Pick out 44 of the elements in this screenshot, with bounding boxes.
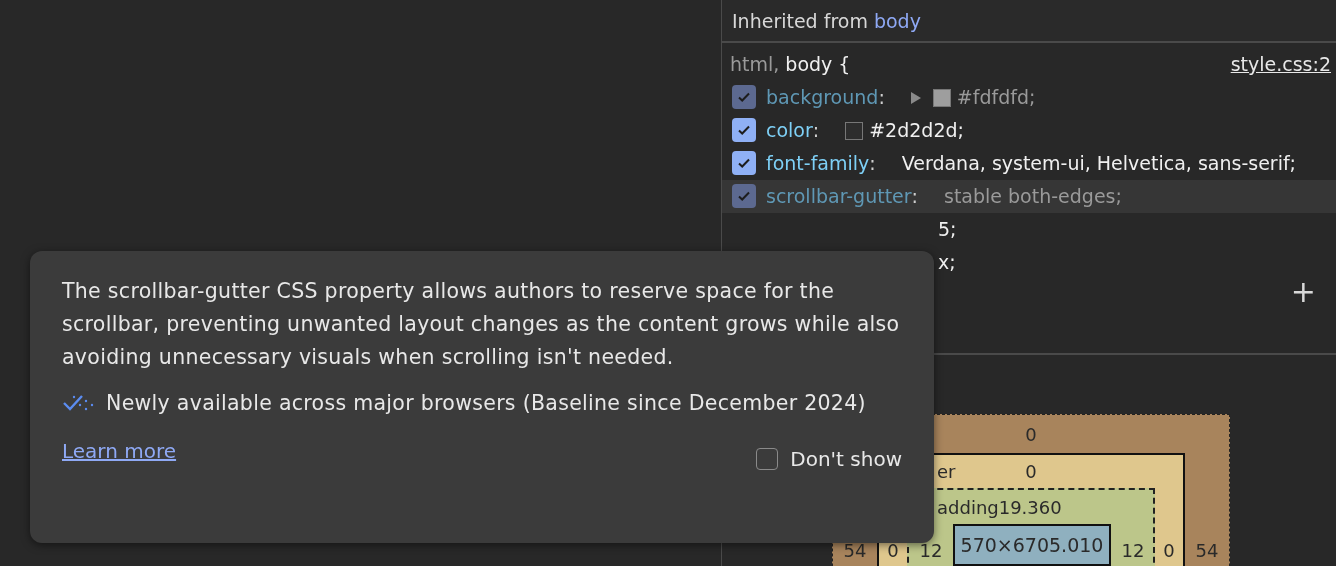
- colon-text: :: [812, 118, 820, 143]
- margin-value: 54: [1194, 538, 1220, 561]
- content-size: 570×6705.010: [960, 534, 1104, 556]
- add-property-button[interactable]: +: [1286, 277, 1320, 307]
- colon-text: :: [869, 151, 876, 176]
- selector-text: body {: [785, 53, 851, 75]
- box-label: er: [937, 461, 956, 482]
- padding-value: 19.360: [998, 496, 1062, 518]
- baseline-status-text: Newly available across major browsers (Baseline since December 2024): [106, 390, 866, 417]
- property-name: background: [766, 85, 879, 110]
- property-value: #fdfdfd;: [956, 85, 1037, 110]
- border-value: 0: [1025, 461, 1037, 482]
- source-link[interactable]: style.css:2: [1230, 53, 1331, 75]
- property-name: scrollbar-gutter: [766, 184, 912, 209]
- source-element-link[interactable]: body: [873, 9, 921, 32]
- property-value: x;: [938, 250, 956, 275]
- property-name: font-family: [766, 151, 870, 176]
- property-value: Verdana, system-ui, Helvetica, sans-serif;: [901, 151, 1297, 176]
- property-value: #2d2d2d;: [869, 118, 965, 143]
- learn-more-link[interactable]: Learn more: [62, 439, 177, 463]
- checkbox-label[interactable]: Don't show: [790, 447, 902, 471]
- checkbox[interactable]: [732, 151, 756, 175]
- property-value: stable both-edges;: [944, 184, 1123, 209]
- header-text: Inherited from: [732, 9, 868, 32]
- border-value: 0: [886, 538, 900, 561]
- colon-text: :: [878, 85, 885, 110]
- property-name: color: [766, 118, 813, 143]
- selector-text: html,: [730, 53, 780, 75]
- checkbox[interactable]: [732, 184, 756, 208]
- expand-icon[interactable]: [910, 91, 921, 104]
- checkbox[interactable]: [732, 118, 756, 142]
- checkbox[interactable]: [732, 85, 756, 109]
- tooltip-text: The scrollbar-gutter CSS property allows authors to reserve space for the scrollbar, preventing unwanted layout changes as the content grows while also avoiding unnecessary visuals when scrolling isn't needed.: [62, 278, 901, 371]
- property-value: 5;: [938, 217, 957, 242]
- color-swatch[interactable]: [932, 88, 951, 107]
- box-label: adding: [937, 496, 999, 518]
- colon-text: :: [911, 184, 918, 209]
- margin-value: 0: [1025, 423, 1037, 445]
- color-swatch[interactable]: [845, 121, 864, 140]
- checkbox[interactable]: [756, 448, 779, 470]
- border-value: 0: [1162, 538, 1176, 561]
- padding-value: 12: [918, 538, 944, 561]
- padding-value: 12: [1120, 538, 1146, 561]
- margin-value: 54: [842, 538, 868, 561]
